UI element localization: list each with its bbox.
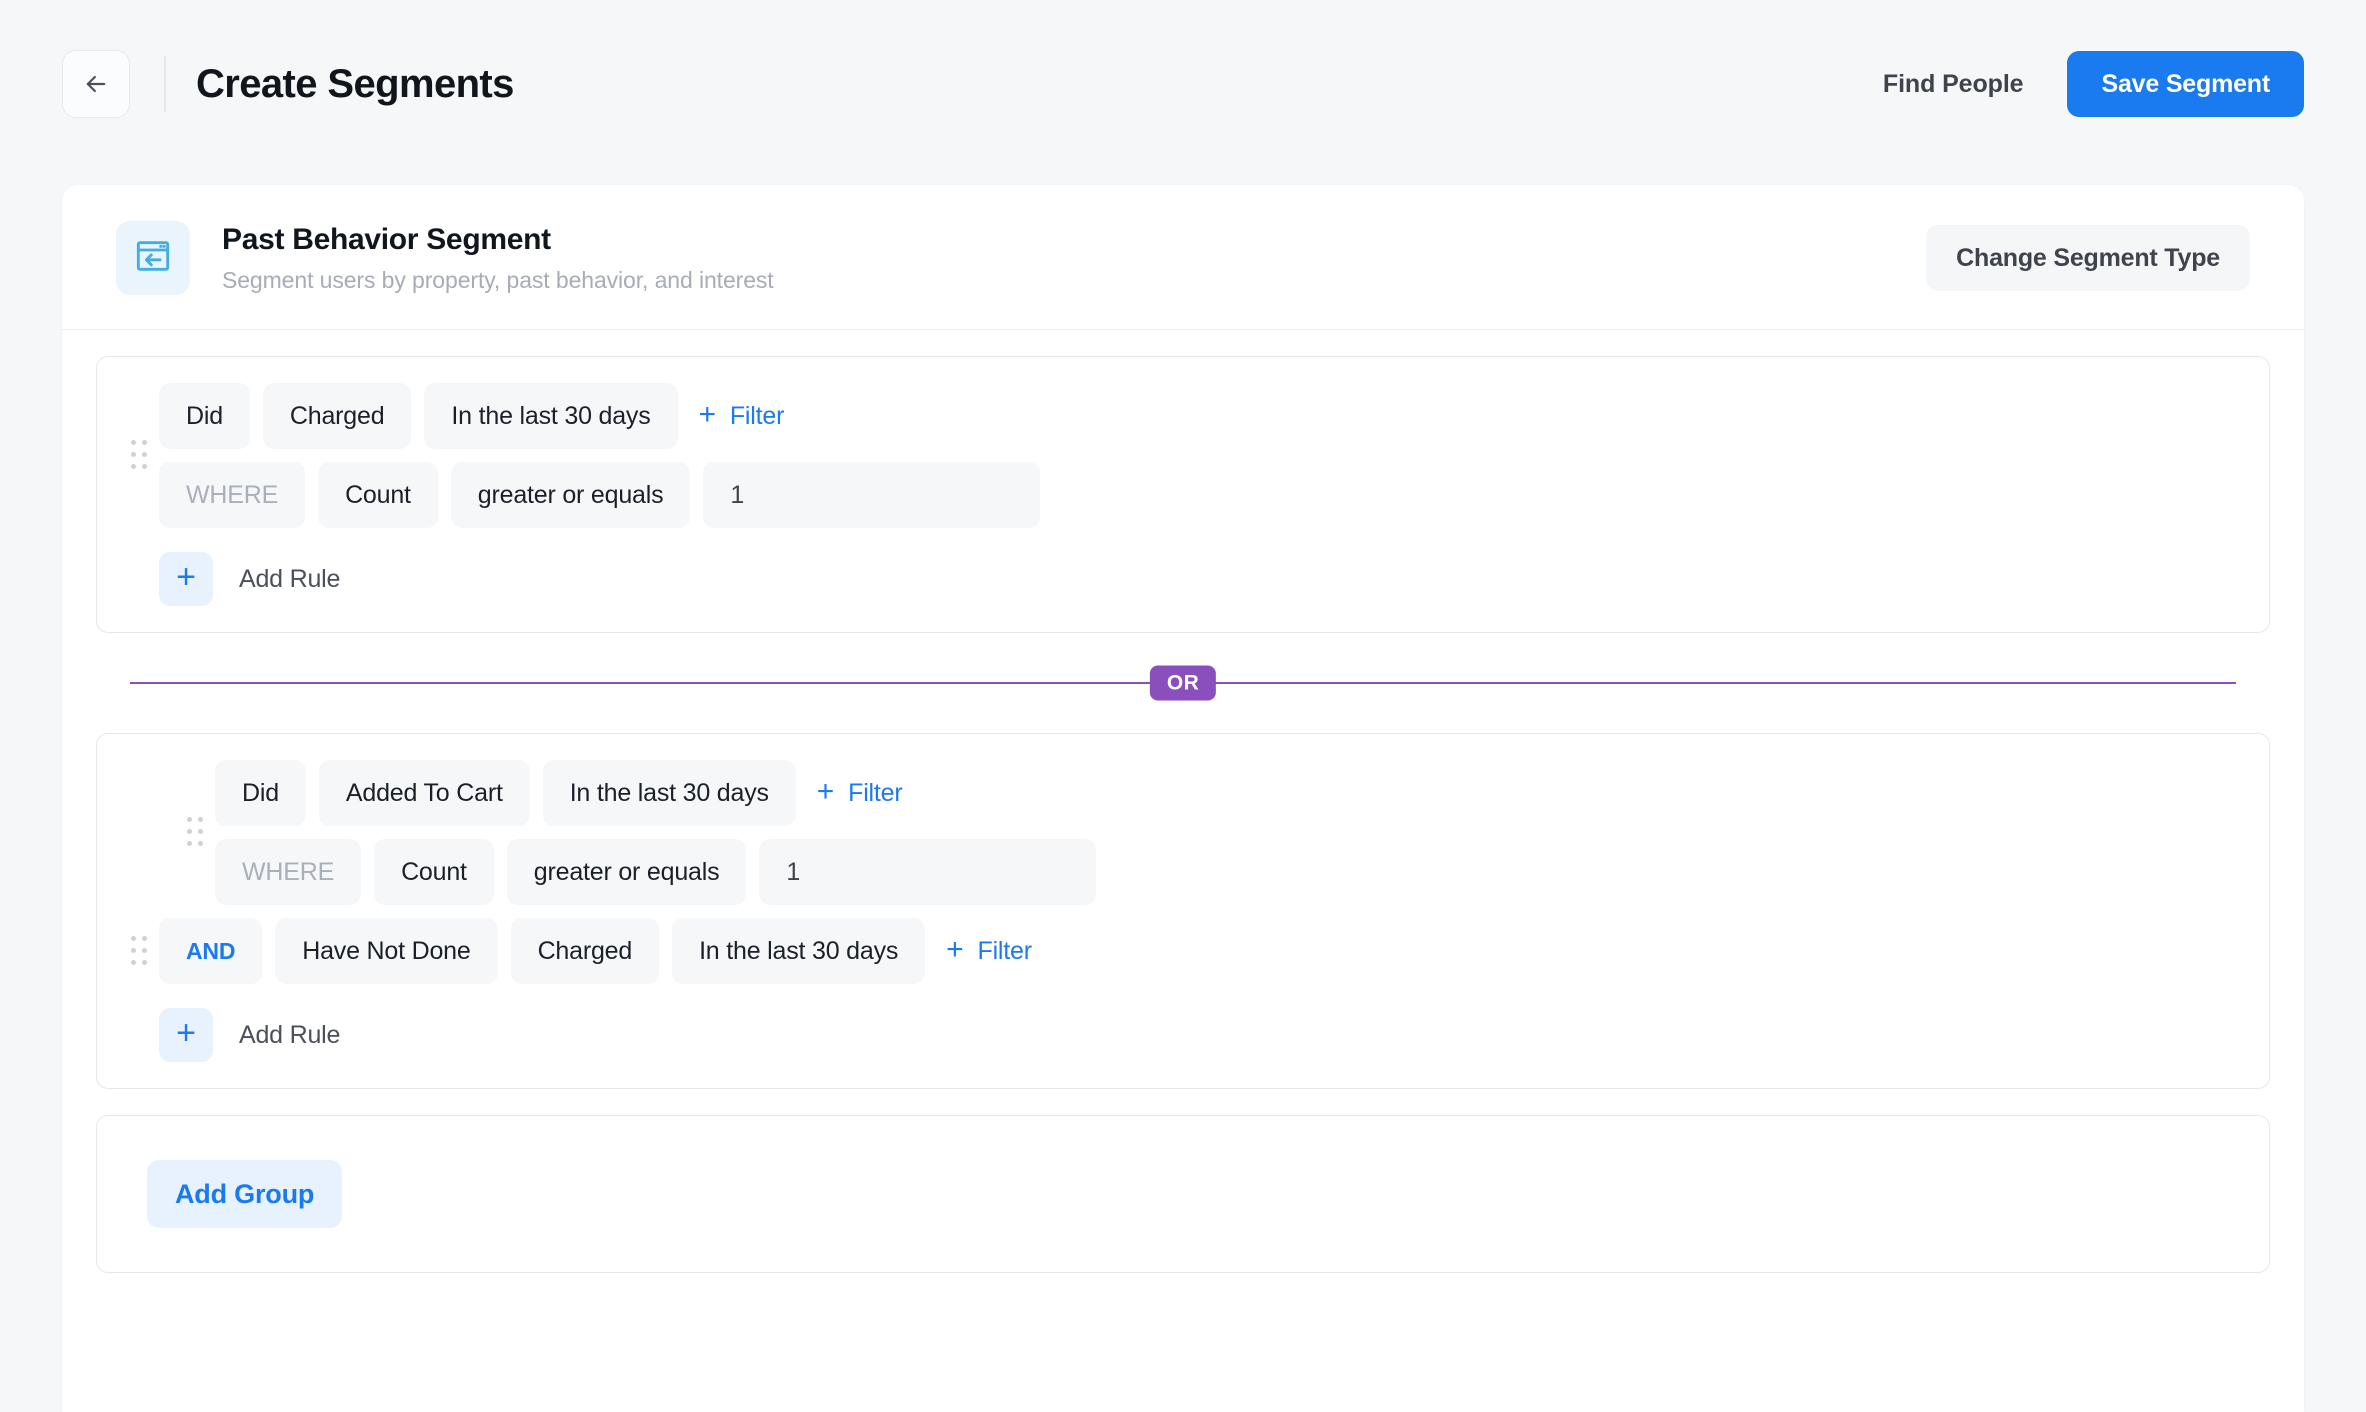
add-filter-label: Filter — [977, 936, 1033, 965]
plus-icon: + — [159, 552, 213, 606]
add-group-container: Add Group — [96, 1115, 2270, 1273]
create-segments-page: Create Segments Find People Save Segment — [0, 0, 2366, 1412]
or-badge[interactable]: OR — [1149, 665, 1217, 701]
chip-operator[interactable]: greater or equals — [450, 462, 691, 528]
chip-timeframe[interactable]: In the last 30 days — [672, 918, 926, 984]
plus-icon: + — [946, 933, 964, 966]
chip-connector[interactable]: AND — [159, 918, 263, 984]
rule-block: Did Added To Cart In the last 30 days + … — [183, 760, 2239, 905]
segment-builder-card: Past Behavior Segment Segment users by p… — [62, 185, 2304, 1412]
value-input[interactable]: 1 — [759, 839, 1097, 905]
segment-type-title: Past Behavior Segment — [222, 223, 551, 256]
rule-primary-row: Did Charged In the last 30 days + Filter — [159, 383, 1053, 449]
rule-primary-row: AND Have Not Done Charged In the last 30… — [159, 918, 1040, 984]
chip-event[interactable]: Added To Cart — [318, 760, 530, 826]
chip-where[interactable]: WHERE — [215, 839, 362, 905]
plus-glyph: + — [176, 558, 196, 596]
plus-icon: + — [816, 775, 835, 808]
add-filter-label: Filter — [729, 401, 785, 430]
rule-block: AND Have Not Done Charged In the last 30… — [127, 918, 2239, 984]
window-back-arrow-icon — [133, 236, 173, 281]
add-rule-label: Add Rule — [239, 564, 341, 593]
chip-event[interactable]: Charged — [510, 918, 660, 984]
drag-handle-icon[interactable] — [127, 931, 153, 971]
chip-timeframe[interactable]: In the last 30 days — [424, 383, 678, 449]
add-rule-label: Add Rule — [239, 1020, 341, 1049]
rule-stack: Did Charged In the last 30 days + Filter… — [159, 383, 1053, 528]
chip-action[interactable]: Did — [215, 760, 306, 826]
plus-icon: + — [159, 1008, 213, 1062]
page-title: Create Segments — [196, 61, 514, 106]
chip-property[interactable]: Count — [318, 462, 438, 528]
chip-timeframe[interactable]: In the last 30 days — [542, 760, 796, 826]
plus-icon: + — [698, 398, 717, 431]
value-input[interactable]: 1 — [703, 462, 1041, 528]
row-spacer — [127, 905, 2239, 918]
change-segment-type-button[interactable]: Change Segment Type — [1926, 225, 2250, 291]
top-app-bar: Create Segments Find People Save Segment — [0, 0, 2366, 168]
add-rule-button[interactable]: + Add Rule — [159, 552, 340, 606]
rule-block: Did Charged In the last 30 days + Filter… — [127, 383, 2239, 528]
chip-event[interactable]: Charged — [262, 383, 412, 449]
add-filter-link[interactable]: + Filter — [938, 933, 1040, 966]
segment-type-texts: Past Behavior Segment Segment users by p… — [222, 222, 774, 294]
segment-type-subtitle: Segment users by property, past behavior… — [222, 267, 774, 293]
segment-type-header: Past Behavior Segment Segment users by p… — [62, 185, 2304, 330]
add-filter-link[interactable]: + Filter — [691, 398, 793, 431]
add-rule-button[interactable]: + Add Rule — [159, 1008, 340, 1062]
row-spacer — [215, 826, 1109, 839]
rule-primary-row: Did Added To Cart In the last 30 days + … — [215, 760, 1109, 826]
group-connector-divider: OR — [130, 665, 2236, 701]
rule-builder: Did Charged In the last 30 days + Filter… — [62, 330, 2304, 1273]
rule-stack: Did Added To Cart In the last 30 days + … — [215, 760, 1109, 905]
chip-action[interactable]: Have Not Done — [275, 918, 498, 984]
chip-action[interactable]: Did — [159, 383, 250, 449]
add-filter-link[interactable]: + Filter — [809, 775, 911, 808]
arrow-left-icon — [82, 70, 110, 98]
row-spacer — [159, 449, 1053, 462]
rule-group: Did Added To Cart In the last 30 days + … — [96, 733, 2270, 1089]
segment-type-icon-box — [116, 221, 190, 295]
chip-operator[interactable]: greater or equals — [506, 839, 747, 905]
add-group-button[interactable]: Add Group — [147, 1160, 343, 1228]
chip-where[interactable]: WHERE — [159, 462, 306, 528]
rule-condition-row: WHERE Count greater or equals 1 — [215, 839, 1109, 905]
add-filter-label: Filter — [848, 778, 903, 807]
find-people-button[interactable]: Find People — [1883, 70, 2024, 99]
save-segment-button[interactable]: Save Segment — [2067, 51, 2304, 117]
back-button[interactable] — [62, 50, 130, 118]
chip-property[interactable]: Count — [374, 839, 494, 905]
plus-glyph: + — [176, 1014, 196, 1052]
title-divider — [164, 56, 166, 112]
rule-group: Did Charged In the last 30 days + Filter… — [96, 356, 2270, 633]
rule-condition-row: WHERE Count greater or equals 1 — [159, 462, 1053, 528]
drag-handle-icon[interactable] — [183, 813, 209, 853]
drag-handle-icon[interactable] — [127, 436, 153, 476]
